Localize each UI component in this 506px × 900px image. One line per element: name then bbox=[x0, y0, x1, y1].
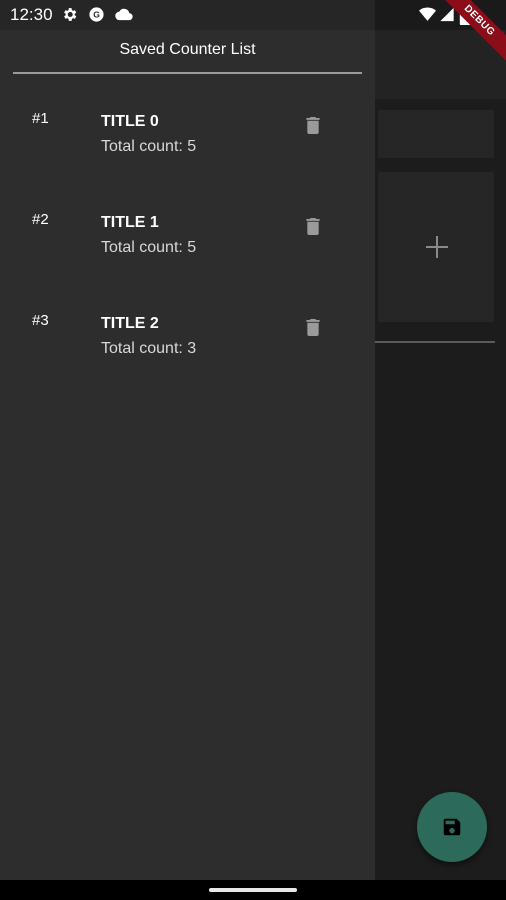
counter-list-item[interactable]: #2 TITLE 1 Total count: 5 bbox=[0, 211, 375, 291]
trash-icon bbox=[306, 116, 320, 134]
counter-index: #2 bbox=[32, 211, 49, 228]
counter-list-item[interactable]: #3 TITLE 2 Total count: 3 bbox=[0, 312, 375, 392]
plus-icon bbox=[426, 236, 448, 258]
delete-button[interactable] bbox=[302, 316, 324, 338]
trash-icon bbox=[306, 318, 320, 336]
counter-title: TITLE 0 bbox=[101, 113, 159, 130]
save-icon bbox=[443, 818, 461, 836]
drawer-divider bbox=[13, 72, 362, 74]
drawer-title: Saved Counter List bbox=[119, 41, 256, 58]
counter-list-item[interactable]: #1 TITLE 0 Total count: 5 bbox=[0, 110, 375, 190]
signal-icon bbox=[440, 7, 454, 22]
status-bar: 12:30 G DEBUG bbox=[0, 0, 506, 67]
trash-icon bbox=[306, 217, 320, 235]
counter-total-count: Total count: 5 bbox=[101, 239, 197, 256]
app-screen: 12:30 G DEBUG Saved Counter List #1 TITL… bbox=[0, 0, 506, 900]
delete-button[interactable] bbox=[302, 215, 324, 237]
delete-button[interactable] bbox=[302, 114, 324, 136]
add-counter-card[interactable] bbox=[378, 172, 494, 322]
title-input-field[interactable] bbox=[378, 110, 494, 158]
settings-icon bbox=[64, 8, 77, 21]
content-divider bbox=[375, 341, 495, 343]
g-icon: G bbox=[89, 7, 104, 22]
counter-total-count: Total count: 5 bbox=[101, 138, 197, 155]
save-fab-button[interactable] bbox=[417, 792, 487, 862]
counter-total-count: Total count: 3 bbox=[101, 340, 197, 357]
svg-text:G: G bbox=[93, 10, 100, 20]
status-time: 12:30 bbox=[10, 5, 53, 24]
status-bar-drawer-part bbox=[0, 0, 375, 30]
counter-title: TITLE 2 bbox=[101, 315, 159, 332]
counter-title: TITLE 1 bbox=[101, 214, 159, 231]
cloud-icon bbox=[115, 8, 133, 21]
counter-index: #1 bbox=[32, 110, 49, 127]
counter-index: #3 bbox=[32, 312, 49, 329]
saved-counter-drawer: Saved Counter List #1 TITLE 0 Total coun… bbox=[0, 30, 375, 880]
home-gesture-handle[interactable] bbox=[209, 888, 297, 892]
wifi-icon bbox=[419, 7, 436, 21]
navigation-bar bbox=[0, 880, 506, 900]
